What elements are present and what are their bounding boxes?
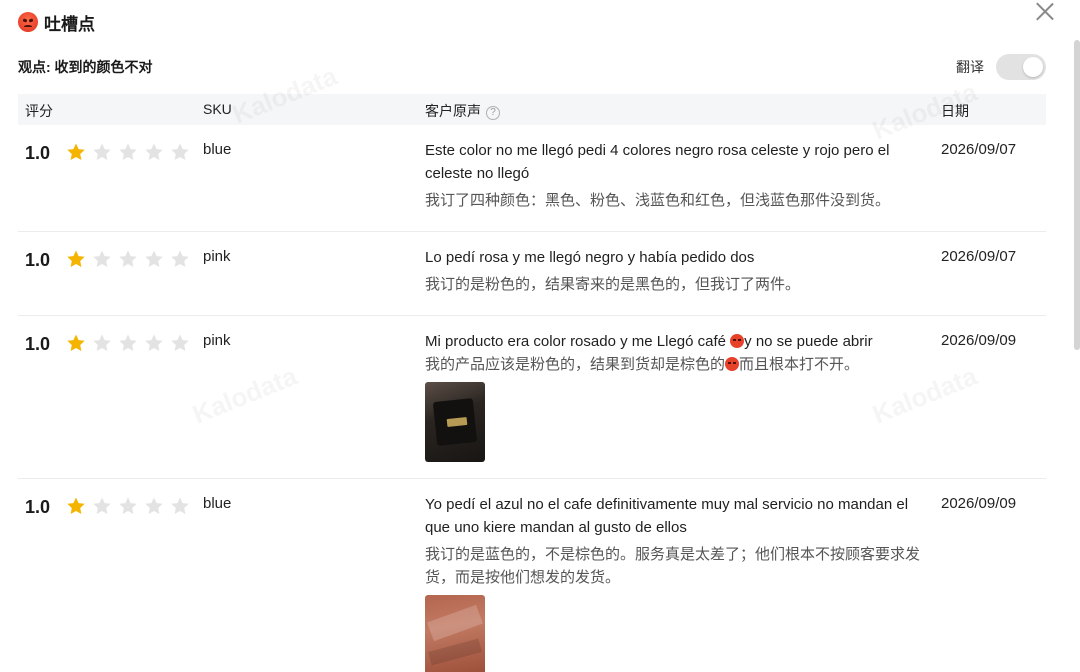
- translate-control: 翻译: [956, 54, 1046, 80]
- customer-voice: Lo pedí rosa y me llegó negro y había pe…: [425, 246, 935, 296]
- sku-value: blue: [203, 495, 232, 512]
- translate-toggle[interactable]: [996, 54, 1046, 80]
- translated-text-part: 我的产品应该是粉色的，结果到货却是棕色的: [425, 356, 726, 373]
- star-empty-icon: [145, 497, 163, 514]
- star-empty-icon: [93, 497, 111, 514]
- reviews-table: 评分 SKU 客户原声? 日期 1.0 blue Este color no m…: [18, 94, 1046, 672]
- header-voice-label: 客户原声: [425, 103, 481, 119]
- angry-face-icon: [730, 334, 745, 348]
- sku-value: pink: [203, 332, 231, 349]
- table-header: 评分 SKU 客户原声? 日期: [18, 94, 1046, 125]
- complaint-dialog: 吐槽点 观点: 收到的颜色不对 翻译 评分 SKU 客户原声? 日期 1.0 b…: [0, 0, 1080, 672]
- rating-score: 1.0: [25, 250, 51, 270]
- review-image-thumbnail[interactable]: [425, 595, 485, 672]
- original-text: Lo pedí rosa y me llegó negro y había pe…: [425, 249, 755, 266]
- customer-voice: Este color no me llegó pedi 4 colores ne…: [425, 139, 935, 212]
- star-empty-icon: [119, 497, 137, 514]
- star-rating: [66, 142, 196, 162]
- star-empty-icon: [145, 334, 163, 351]
- original-text: Este color no me llegó pedi 4 colores ne…: [425, 142, 890, 182]
- star-empty-icon: [171, 334, 189, 351]
- angry-face-icon: [725, 357, 740, 371]
- toggle-knob: [1023, 57, 1043, 77]
- star-empty-icon: [119, 250, 137, 267]
- star-empty-icon: [171, 497, 189, 514]
- angry-face-icon: [18, 12, 38, 32]
- star-filled-icon: [67, 497, 85, 514]
- star-empty-icon: [145, 143, 163, 160]
- header-date: 日期: [941, 103, 969, 119]
- translated-text: 我订的是蓝色的，不是棕色的。服务真是太差了；他们根本不按顾客要求发货，而是按他们…: [425, 546, 921, 586]
- rating-score: 1.0: [25, 497, 51, 517]
- star-empty-icon: [93, 250, 111, 267]
- header-rating: 评分: [25, 103, 53, 119]
- customer-voice: Mi producto era color rosado y me Llegó …: [425, 330, 935, 462]
- star-filled-icon: [67, 143, 85, 160]
- star-empty-icon: [145, 250, 163, 267]
- table-row: 1.0 blue Yo pedí el azul no el cafe defi…: [18, 479, 1046, 672]
- original-text: Mi producto era color rosado y me Llegó …: [425, 330, 935, 353]
- original-text: Yo pedí el azul no el cafe definitivamen…: [425, 496, 909, 536]
- table-row: 1.0 pink Mi producto era color rosado y …: [18, 316, 1046, 479]
- sku-value: pink: [203, 248, 231, 265]
- translated-text: 我订了四种颜色：黑色、粉色、浅蓝色和红色，但浅蓝色那件没到货。: [425, 192, 891, 209]
- review-date: 2026/09/07: [941, 248, 1017, 265]
- rating-score: 1.0: [25, 334, 51, 354]
- translate-label: 翻译: [956, 59, 984, 75]
- customer-voice: Yo pedí el azul no el cafe definitivamen…: [425, 493, 935, 672]
- close-button[interactable]: [1036, 2, 1054, 20]
- star-filled-icon: [67, 250, 85, 267]
- header-sku: SKU: [203, 101, 232, 117]
- star-filled-icon: [67, 334, 85, 351]
- rating-score: 1.0: [25, 143, 51, 163]
- star-empty-icon: [93, 334, 111, 351]
- original-text-part: y no se puede abrir: [744, 333, 873, 350]
- viewpoint-label: 观点: 收到的颜色不对: [18, 59, 153, 75]
- review-date: 2026/09/09: [941, 332, 1017, 349]
- translated-text: 我订的是粉色的，结果寄来的是黑色的，但我订了两件。: [425, 276, 801, 293]
- header-voice: 客户原声?: [425, 101, 500, 121]
- dialog-header: 吐槽点: [18, 10, 95, 34]
- original-text-part: Mi producto era color rosado y me Llegó …: [425, 333, 731, 350]
- review-date: 2026/09/07: [941, 141, 1017, 158]
- star-rating: [66, 333, 196, 353]
- translated-text-part: 而且根本打不开。: [739, 356, 860, 373]
- table-row: 1.0 blue Este color no me llegó pedi 4 c…: [18, 125, 1046, 232]
- star-empty-icon: [119, 334, 137, 351]
- scrollbar[interactable]: [1074, 40, 1080, 350]
- review-image-thumbnail[interactable]: [425, 382, 485, 462]
- star-rating: [66, 249, 196, 269]
- sku-value: blue: [203, 141, 232, 158]
- star-empty-icon: [171, 250, 189, 267]
- star-empty-icon: [93, 143, 111, 160]
- dialog-title: 吐槽点: [44, 14, 95, 34]
- help-icon[interactable]: ?: [486, 106, 500, 120]
- review-date: 2026/09/09: [941, 495, 1017, 512]
- translated-text: 我的产品应该是粉色的，结果到货却是棕色的 而且根本打不开。: [425, 353, 935, 376]
- star-rating: [66, 496, 196, 516]
- star-empty-icon: [119, 143, 137, 160]
- table-row: 1.0 pink Lo pedí rosa y me llegó negro y…: [18, 232, 1046, 316]
- star-empty-icon: [171, 143, 189, 160]
